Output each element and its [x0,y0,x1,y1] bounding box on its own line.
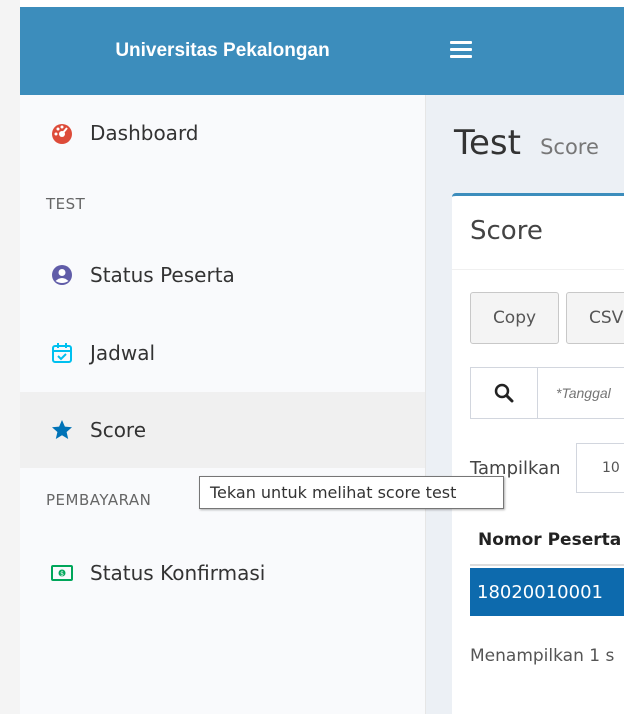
copy-button[interactable]: Copy [470,292,559,344]
sidebar-item-label: Status Peserta [90,263,235,287]
page-edge [0,0,20,714]
sidebar-item-jadwal[interactable]: Jadwal [20,315,425,391]
search-input[interactable] [538,368,624,418]
star-icon [50,418,74,442]
sidebar-item-status-konfirmasi[interactable]: $ Status Konfirmasi [20,535,425,611]
sidebar-item-label: Score [90,418,147,442]
calendar-check-icon [50,341,74,365]
page-length-select[interactable]: 10 [576,443,624,493]
user-circle-icon [50,263,74,287]
dashboard-icon [50,121,74,145]
score-box: Score Copy CSV Tampilkan 10 Nomor Pesert… [452,193,624,714]
sidebar-item-label: Dashboard [90,121,199,145]
sidebar-section-test: TEST [46,195,86,213]
brand-logo[interactable]: Universitas Pekalongan [20,7,425,95]
table-header-nomor-peserta[interactable]: Nomor Peserta [470,516,624,566]
box-divider [452,269,624,270]
table-info: Menampilkan 1 s [470,646,615,666]
menu-toggle-icon[interactable] [450,41,472,61]
main-content: Test Score Score Copy CSV Tampilkan 10 N… [426,95,624,714]
svg-text:$: $ [60,571,64,578]
table-row[interactable]: 18020010001 [470,568,624,616]
search-icon[interactable] [471,368,538,418]
search-group [470,367,624,419]
sidebar-item-dashboard[interactable]: Dashboard [20,95,425,171]
box-title: Score [470,216,543,246]
page-subtitle: Score [540,135,599,159]
sidebar: Dashboard TEST Status Peserta Jadwal Sco… [20,95,426,714]
money-icon: $ [50,561,74,585]
top-navbar: Universitas Pekalongan [20,7,624,95]
sidebar-item-label: Jadwal [90,341,156,365]
sidebar-item-status-peserta[interactable]: Status Peserta [20,237,425,313]
sidebar-item-label: Status Konfirmasi [90,561,266,585]
score-tooltip: Tekan untuk melihat score test [199,476,504,509]
sidebar-section-pembayaran: PEMBAYARAN [46,491,152,509]
csv-button[interactable]: CSV [566,292,624,344]
page-title: Test Score [454,123,599,163]
sidebar-item-score[interactable]: Score [20,392,425,468]
page-title-text: Test [454,123,521,163]
